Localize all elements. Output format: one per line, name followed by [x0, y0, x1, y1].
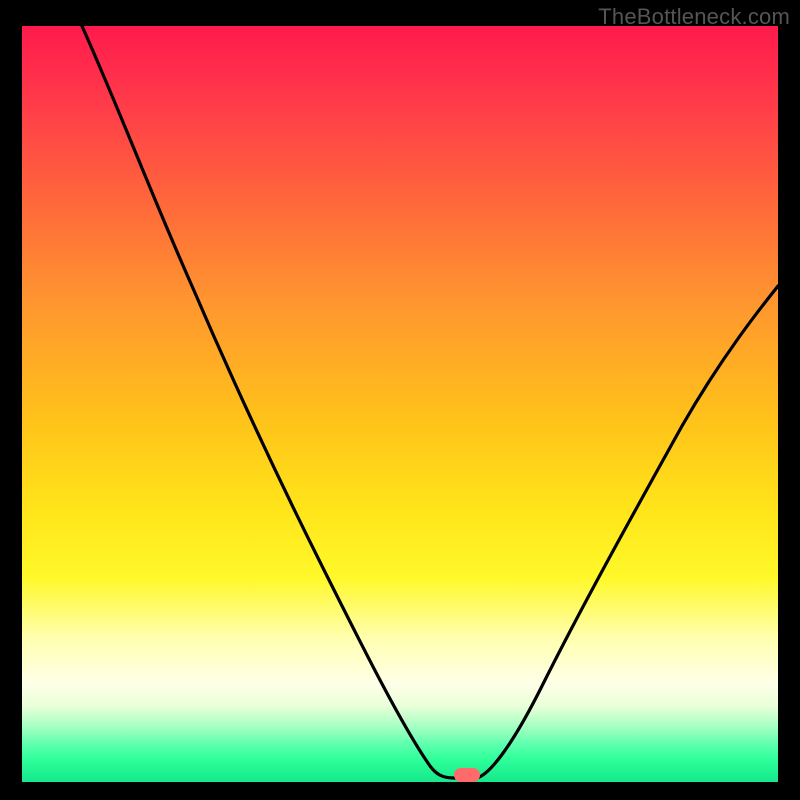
bottleneck-curve: [82, 26, 778, 778]
chart-frame: TheBottleneck.com: [0, 0, 800, 800]
plot-area: [22, 26, 778, 782]
optimal-marker: [454, 768, 480, 782]
curve-layer: [22, 26, 778, 782]
watermark-text: TheBottleneck.com: [598, 4, 790, 30]
